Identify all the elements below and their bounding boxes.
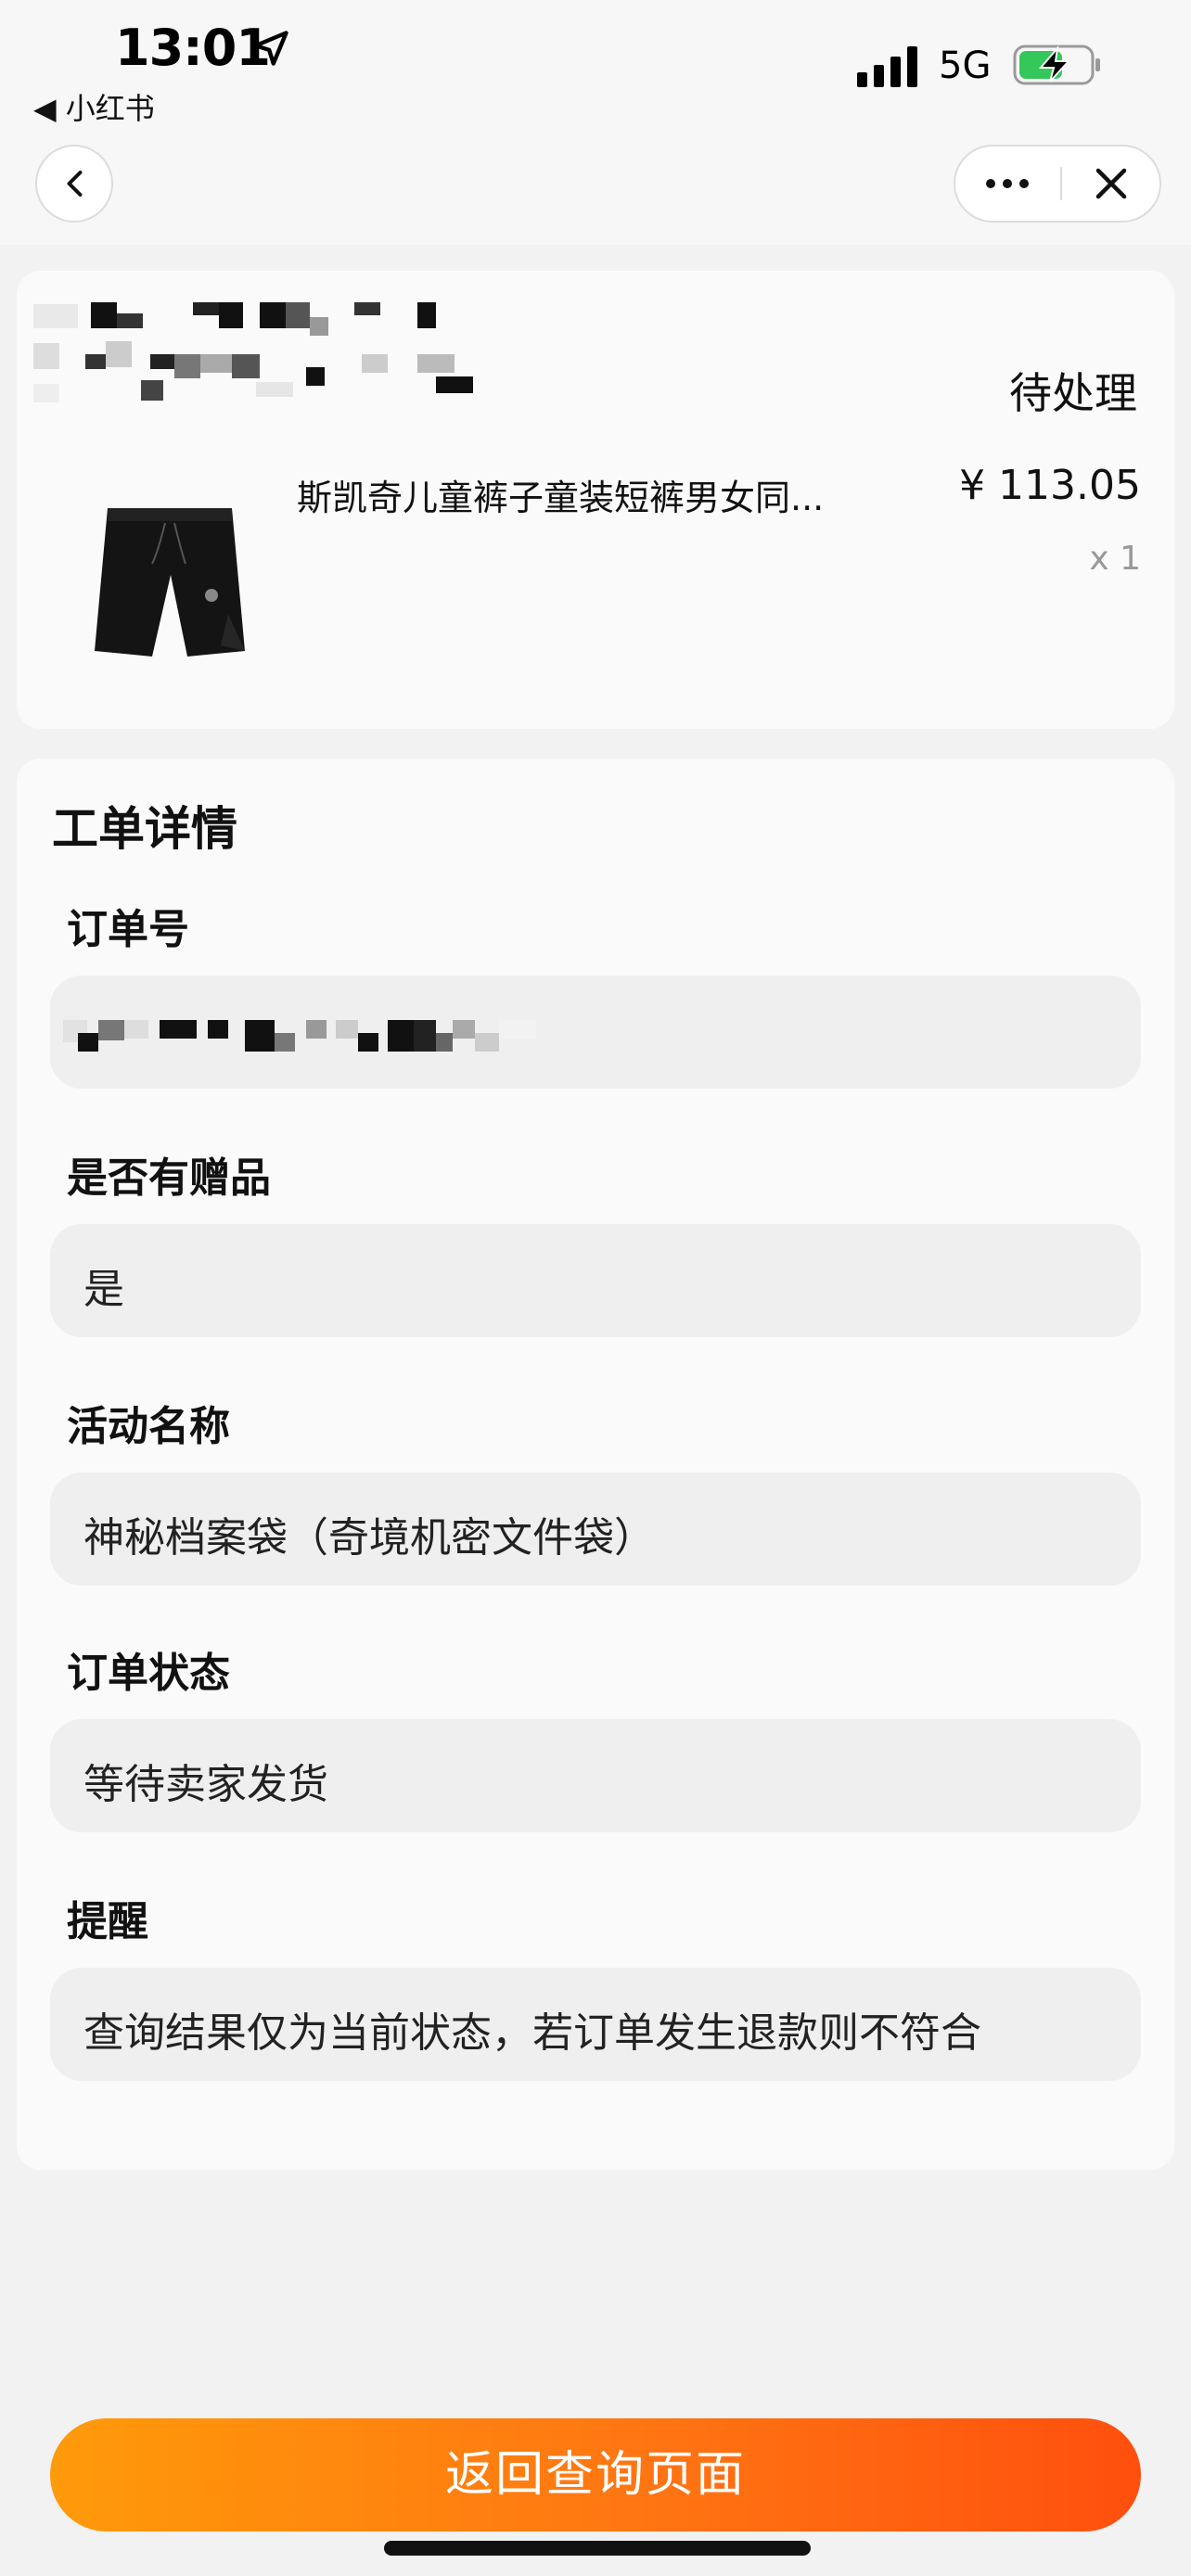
product-title: 斯凯奇儿童裤子童装短裤男女同... xyxy=(297,478,825,518)
section-title: 工单详情 xyxy=(52,802,237,856)
activity-name-value: 神秘档案袋（奇境机密文件袋） xyxy=(83,1514,655,1562)
order-product-card[interactable]: 待处理 斯凯奇儿童裤子童装短裤男女同... ¥ 113.05 x 1 xyxy=(17,271,1174,729)
reminder-label: 提醒 xyxy=(67,1898,148,1945)
product-price: ¥ 113.05 xyxy=(959,462,1141,509)
gift-label: 是否有赠品 xyxy=(67,1154,271,1202)
order-status: 待处理 xyxy=(1009,368,1137,418)
gift-value: 是 xyxy=(83,1266,124,1313)
network-type: 5G xyxy=(939,45,992,87)
activity-name-field: 神秘档案袋（奇境机密文件袋） xyxy=(50,1473,1141,1586)
status-bar: 13:01 ◀ 小红书 5G xyxy=(0,0,1191,139)
close-icon[interactable] xyxy=(1061,147,1161,221)
order-status-field: 等待卖家发货 xyxy=(50,1719,1141,1832)
chevron-left-icon xyxy=(67,171,83,197)
reminder-field: 查询结果仅为当前状态，若订单发生退款则不符合 xyxy=(50,1968,1141,2081)
page: 13:01 ◀ 小红书 5G 待处理 斯凯奇儿童裤子童装短裤男女同... ¥ 1… xyxy=(0,0,1191,2576)
order-status-label: 订单状态 xyxy=(67,1650,230,1697)
ticket-details-card: 工单详情 订单号 是否有赠品 是 活动名称 神秘档案袋（奇境机密文件袋） 订单状… xyxy=(17,759,1174,2170)
redacted-store-info xyxy=(33,302,473,402)
cellular-signal-icon xyxy=(857,46,917,87)
more-dots-icon[interactable] xyxy=(955,147,1059,221)
product-quantity: x 1 xyxy=(1089,540,1141,578)
gift-field: 是 xyxy=(50,1224,1141,1337)
activity-name-label: 活动名称 xyxy=(67,1403,230,1450)
product-image xyxy=(72,475,267,670)
home-indicator[interactable] xyxy=(384,2541,811,2556)
order-status-value: 等待卖家发货 xyxy=(83,1761,328,1808)
back-button[interactable] xyxy=(35,145,113,223)
order-number-field xyxy=(50,976,1141,1089)
battery-charging-icon xyxy=(1013,45,1100,85)
location-arrow-icon xyxy=(253,31,288,66)
mini-program-capsule xyxy=(954,145,1161,223)
back-to-app-link[interactable]: ◀ 小红书 xyxy=(33,85,155,128)
reminder-value: 查询结果仅为当前状态，若订单发生退款则不符合 xyxy=(83,2009,981,2057)
status-time: 13:01 xyxy=(115,19,271,77)
order-number-label: 订单号 xyxy=(67,906,189,953)
return-to-query-button[interactable]: 返回查询页面 xyxy=(50,2418,1141,2531)
redacted-order-number xyxy=(63,1020,536,1052)
